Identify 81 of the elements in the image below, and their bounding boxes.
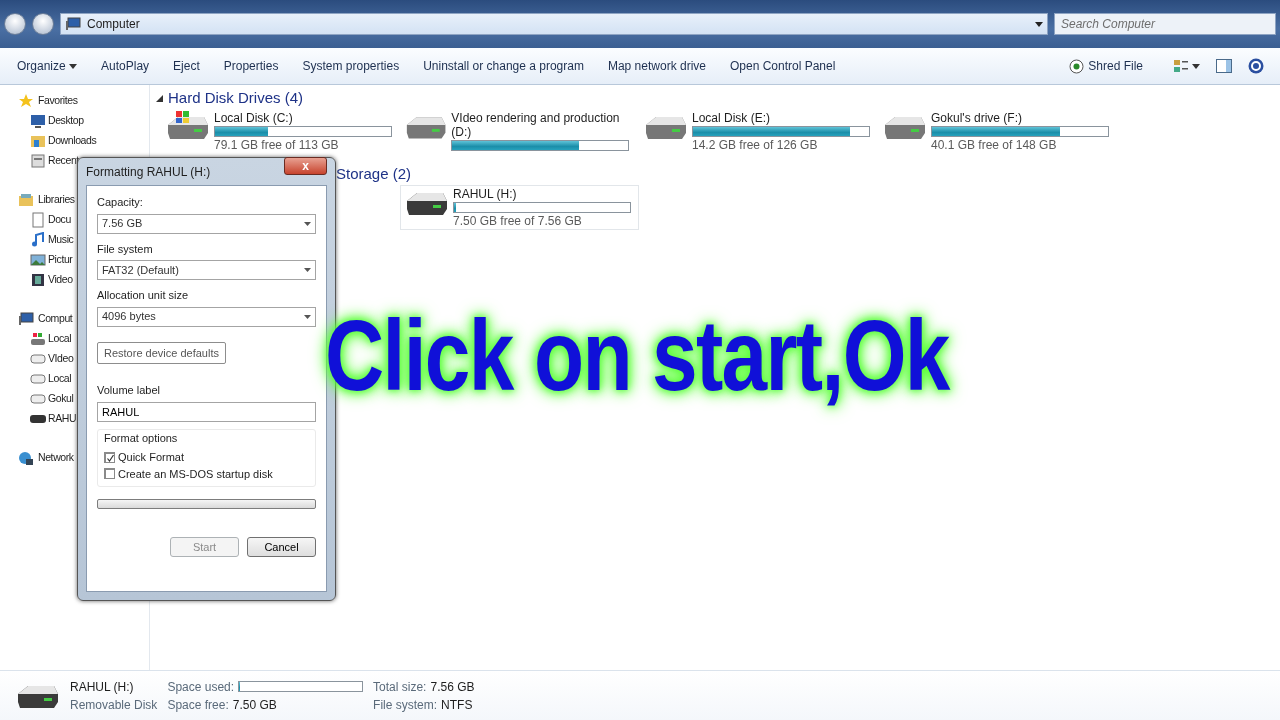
film-icon (30, 272, 46, 288)
preview-pane-icon[interactable] (1216, 59, 1232, 73)
checkbox[interactable] (104, 451, 115, 463)
document-icon (30, 212, 46, 228)
sidebar-item[interactable]: Desktop (0, 111, 149, 131)
view-options-icon[interactable] (1174, 59, 1200, 73)
drive-icon (30, 391, 46, 407)
caret-icon (304, 268, 311, 272)
group-title: Format options (104, 430, 179, 446)
window-icon (30, 153, 46, 169)
drive-tile[interactable]: Local Disk (E:) 14.2 GB free of 126 GB (639, 109, 878, 154)
drive-name: RAHUL (H:) (453, 187, 518, 201)
toolbar-button[interactable]: Open Control Panel (721, 53, 851, 79)
caret-icon (304, 314, 311, 319)
restore-defaults-button[interactable]: Restore device defaults (97, 341, 226, 364)
field-value: 7.50 GB (232, 696, 277, 714)
checkbox-label: Create an MS-DOS startup disk (118, 466, 273, 482)
caret-icon (69, 64, 78, 70)
sidebar-item[interactable]: Downloads (0, 131, 149, 151)
toolbar-button[interactable]: Eject (164, 53, 215, 79)
drive-name: Local Disk (C:) (214, 111, 294, 125)
field-value: 7.56 GB (430, 678, 475, 696)
address-bar[interactable]: Computer (60, 13, 1048, 35)
shred-file-button[interactable]: Shred File (1060, 53, 1158, 79)
field-label: Volume label (97, 383, 161, 398)
computer-icon (65, 16, 81, 32)
dropdown-arrow-icon[interactable] (1035, 21, 1043, 27)
drive-name: Gokul's drive (F:) (931, 111, 1023, 125)
toolbar-button[interactable]: Map network drive (598, 53, 721, 79)
back-button[interactable] (4, 13, 26, 35)
toolbar-button[interactable]: Organize (8, 53, 93, 79)
drive-icon (30, 331, 46, 347)
drive-type: Removable Disk (70, 696, 158, 714)
field-label: Total size: (373, 678, 427, 696)
dropdown[interactable]: FAT32 (Default) (97, 260, 316, 280)
search-field[interactable]: Search Computer (1054, 13, 1276, 35)
caret-icon (304, 221, 311, 226)
drive-tile[interactable]: Gokul's drive (F:) 40.1 GB free of 148 GB (878, 109, 1117, 154)
drive-name: Local Disk (E:) (692, 111, 772, 125)
collapse-arrow-icon[interactable] (156, 94, 163, 102)
breadcrumb-item[interactable]: Computer (87, 15, 140, 33)
drive-tile[interactable]: VIdeo rendering and production (D:) (400, 109, 639, 154)
checkbox[interactable] (104, 468, 115, 480)
volume-label-field[interactable]: RAHUL (97, 401, 316, 422)
drive-tile[interactable]: Local Disk (C:) 79.1 GB free of 113 GB (161, 109, 400, 154)
star-icon (18, 93, 34, 109)
forward-button[interactable] (32, 13, 54, 35)
drive-name: RAHUL (H:) (70, 678, 135, 696)
field-label: Capacity: (97, 195, 144, 210)
field-value: NTFS (441, 696, 473, 714)
field-label: Allocation unit size (97, 288, 190, 303)
drive-icon (30, 371, 46, 387)
sidebar-group[interactable]: Favorites (0, 91, 149, 111)
drive-tile[interactable]: RAHUL (H:) 7.50 GB free of 7.56 GB (400, 185, 639, 230)
desktop-icon (30, 113, 46, 129)
toolbar-button[interactable]: AutoPlay (92, 53, 165, 79)
music-note-icon (30, 232, 46, 248)
checkbox-label: Quick Format (118, 450, 184, 465)
field-label: File system: (373, 696, 438, 714)
free-space-text: 14.2 GB free of 126 GB (692, 138, 819, 152)
field-label: File system (97, 241, 154, 257)
dialog-title: Formatting RAHUL (H:) (86, 163, 211, 181)
drive-icon (30, 351, 46, 367)
field-label: Space free: (167, 696, 229, 714)
dialog-button[interactable]: Cancel (247, 537, 316, 557)
toolbar-button[interactable]: System properties (293, 53, 415, 79)
toolbar-button[interactable]: Properties (214, 53, 294, 79)
drive-name: VIdeo rendering and production (D:) (451, 111, 621, 139)
free-space-text: 7.50 GB free of 7.56 GB (453, 214, 583, 228)
section-header[interactable]: Storage (2) (336, 162, 412, 186)
dropdown[interactable]: 7.56 GB (97, 213, 316, 234)
computer-icon (18, 311, 34, 327)
dropdown[interactable]: 4096 bytes (97, 306, 316, 327)
folder-icon (18, 192, 34, 208)
toolbar-button[interactable]: Uninstall or change a program (414, 53, 599, 79)
picture-icon (30, 252, 46, 268)
folder-icon (30, 133, 46, 149)
free-space-text: 40.1 GB free of 148 GB (931, 138, 1058, 152)
field-label: Space used: (167, 678, 235, 696)
section-header[interactable]: Hard Disk Drives (4) (168, 86, 303, 110)
free-space-text: 79.1 GB free of 113 GB (214, 138, 340, 152)
